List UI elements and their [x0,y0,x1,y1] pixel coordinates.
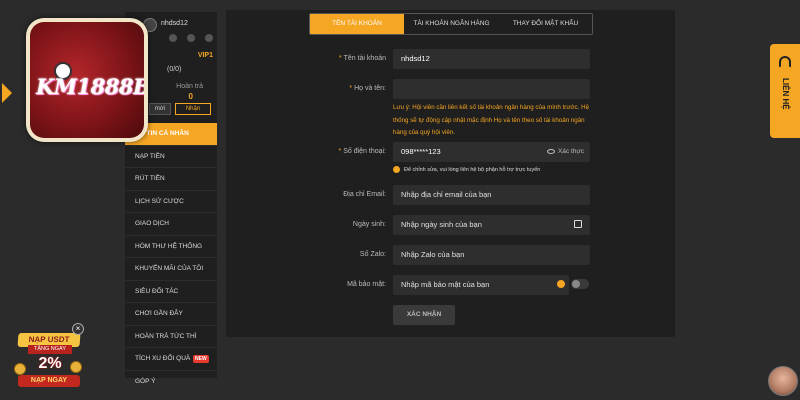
usdt-promo-banner[interactable]: NẠP USDT TẶNG NGAY 2% NẠP NGAY [14,325,82,393]
coin-icon [70,361,82,373]
confirm-button[interactable]: XÁC NHẬN [393,305,455,325]
verify-phone-button[interactable]: Xác thực [546,142,584,162]
zalo-field[interactable]: Nhập Zalo của bạn [393,245,590,265]
contact-button[interactable]: LIÊN HỆ [770,44,800,138]
phone-field[interactable]: 098*****123 Xác thực [393,142,590,162]
stat-value: (0/0) [167,66,182,73]
calendar-icon[interactable] [574,220,582,228]
bank-link-note: Lưu ý: Hội viên cần liên kết số tài khoả… [393,104,590,136]
info-icon [393,166,400,173]
headset-icon [779,56,791,68]
tab-bank-account[interactable]: TÀI KHOẢN NGÂN HÀNG [404,14,499,34]
promo-cta: NẠP NGAY [18,375,80,387]
settings-icon[interactable] [205,34,213,42]
support-avatar[interactable] [768,366,798,396]
profile-form-panel: TÊN TÀI KHOẢN TÀI KHOẢN NGÂN HÀNG THAY Đ… [226,10,675,337]
phone-hint: Để chỉnh sửa, vui lòng liên hệ bộ phận h… [393,166,540,173]
sidebar-item-recent[interactable]: CHƠI GẦN ĐÂY [125,303,217,326]
username: nhdsd12 [161,20,188,27]
brand-logo: KM1888B [26,18,148,142]
invite-button[interactable]: mời [149,103,171,115]
security-code-field[interactable]: Nhập mã bảo mật của bạn [393,275,569,295]
birthday-label: Ngày sinh: [352,221,386,228]
close-icon[interactable]: × [72,323,84,335]
coin-icon [14,363,26,375]
sidebar-item-bet-history[interactable]: LỊCH SỬ CƯỢC [125,191,217,213]
security-label: Mã bảo mật: [347,281,386,288]
stat-amount: 0 [188,92,193,101]
sidebar-item-promotions[interactable]: KHUYẾN MÃI CỦA TÔI [125,258,217,281]
account-label: * Tên tài khoản [339,55,386,62]
phone-label: * Số điện thoại: [338,148,386,155]
promo-percent: 2% [38,355,62,372]
email-label: Địa chỉ Email: [343,191,386,198]
fullname-field[interactable] [393,79,590,99]
sidebar-item-label: TÍCH XU ĐỔI QUÀ [135,355,191,362]
sidebar-item-inbox[interactable]: HÒM THƯ HỆ THỐNG [125,236,217,258]
security-toggle[interactable] [571,279,589,289]
sidebar-item-withdraw[interactable]: RÚT TIỀN [125,168,217,191]
logo-text: KM1888B [36,74,144,99]
sidebar-item-transactions[interactable]: GIAO DỊCH [125,213,217,236]
new-badge: NEW [193,355,209,363]
email-field[interactable]: Nhập địa chỉ email của bạn [393,185,590,205]
contact-label: LIÊN HỆ [781,78,790,110]
profile-icons [169,34,213,42]
phone-value: 098*****123 [401,147,441,156]
tab-bar: TÊN TÀI KHOẢN TÀI KHOẢN NGÂN HÀNG THAY Đ… [309,13,593,35]
sidebar-item-feedback[interactable]: GÓP Ý [125,371,217,393]
sidebar-item-deposit[interactable]: NẠP TIỀN [125,146,217,168]
fullname-label: * Họ và tên: [349,85,386,92]
expand-arrow-icon[interactable] [0,80,12,106]
wallet-icon[interactable] [169,34,177,42]
sidebar-item-rebate[interactable]: HOÀN TRẢ TỨC THÌ [125,326,217,348]
account-field[interactable]: nhdsd12 [393,49,590,69]
tab-change-password[interactable]: THAY ĐỔI MẬT KHẨU [499,14,592,34]
eye-off-icon [546,149,555,154]
sidebar-item-partners[interactable]: SIÊU ĐỐI TÁC [125,281,217,303]
warning-icon [557,280,565,288]
vip-badge: VIP1 [197,52,213,59]
tab-account-name[interactable]: TÊN TÀI KHOẢN [310,14,404,34]
message-icon[interactable] [187,34,195,42]
sidebar-menu: NG TIN CÁ NHÂN NẠP TIỀN RÚT TIỀN LỊCH SỬ… [125,123,217,393]
stat-label: Hoàn trả [176,83,203,90]
sidebar-item-rewards[interactable]: TÍCH XU ĐỔI QUÀ NEW [125,348,217,371]
claim-button[interactable]: Nhận [175,103,211,115]
zalo-label: Số Zalo: [359,251,386,258]
birthday-field[interactable]: Nhập ngày sinh của bạn [393,215,590,235]
birthday-placeholder: Nhập ngày sinh của bạn [401,220,482,229]
